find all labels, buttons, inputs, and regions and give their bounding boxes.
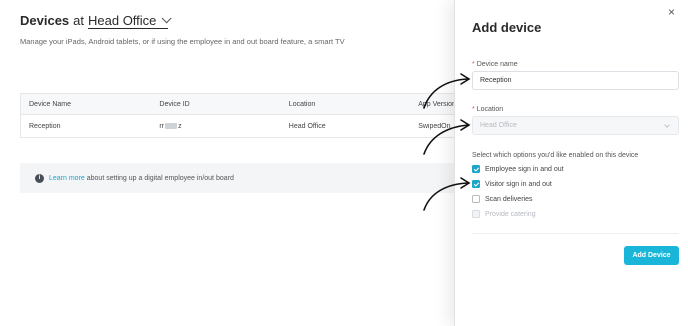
required-marker: * — [472, 61, 475, 68]
option-label: Visitor sign in and out — [485, 180, 552, 188]
required-marker: * — [472, 106, 475, 113]
location-label-text: Location — [476, 106, 504, 113]
option-label: Provide catering — [485, 210, 536, 218]
checkbox-disabled — [472, 210, 480, 218]
option-label: Employee sign in and out — [485, 165, 564, 173]
checkbox-checked[interactable] — [472, 165, 480, 173]
divider — [472, 233, 679, 234]
option-label: Scan deliveries — [485, 195, 533, 203]
device-name-label-text: Device name — [476, 61, 518, 68]
chevron-down-icon — [664, 122, 670, 128]
location-select-value: Head Office — [480, 122, 517, 129]
option-provide-catering: Provide catering — [472, 210, 536, 218]
option-scan-deliveries[interactable]: Scan deliveries — [472, 195, 532, 203]
device-name-input[interactable]: Reception — [472, 71, 679, 90]
device-name-label: * Device name — [472, 61, 518, 68]
checkbox-unchecked[interactable] — [472, 195, 480, 203]
option-employee-sign-in[interactable]: Employee sign in and out — [472, 165, 564, 173]
add-device-button[interactable]: Add Device — [624, 246, 679, 265]
option-visitor-sign-in[interactable]: Visitor sign in and out — [472, 180, 552, 188]
checkbox-checked[interactable] — [472, 180, 480, 188]
location-label: * Location — [472, 106, 503, 113]
overlay[interactable] — [0, 0, 454, 326]
drawer-title: Add device — [472, 20, 542, 35]
close-icon[interactable]: × — [668, 6, 675, 18]
add-device-drawer: × Add device * Device name Reception * Loc… — [454, 0, 688, 326]
location-select[interactable]: Head Office — [472, 116, 679, 135]
options-label: Select which options you'd like enabled … — [472, 152, 639, 159]
